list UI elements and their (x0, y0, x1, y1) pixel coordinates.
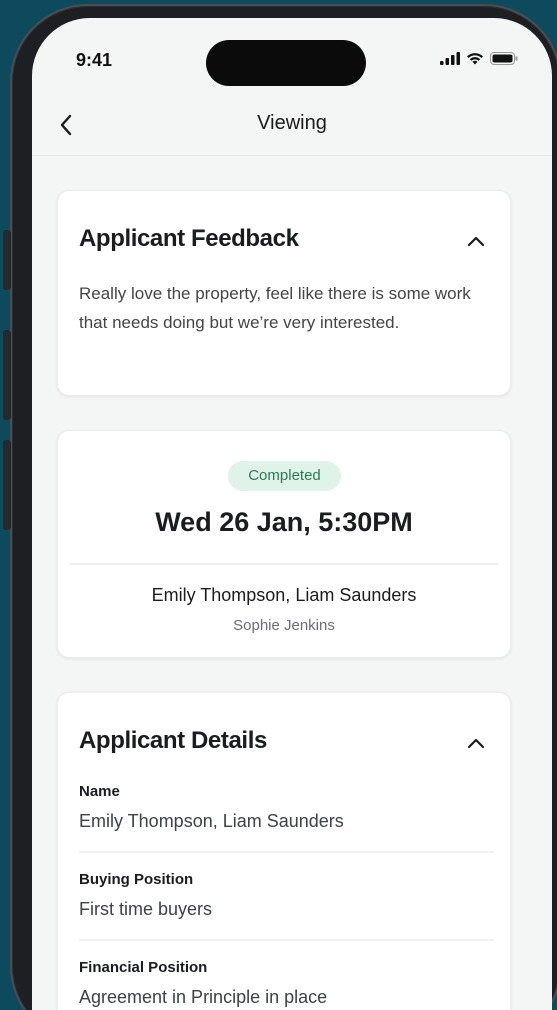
phone-side-button (3, 440, 11, 530)
dynamic-island (206, 40, 366, 86)
viewing-datetime: Wed 26 Jan, 5:30PM (155, 507, 413, 537)
status-badge: Completed (228, 461, 341, 491)
status-icons (440, 52, 518, 65)
wifi-icon (467, 53, 483, 65)
chevron-up-icon[interactable] (464, 230, 488, 254)
viewing-applicants: Emily Thompson, Liam Saunders (151, 585, 417, 605)
divider (79, 939, 494, 941)
phone-side-button (3, 230, 11, 290)
field-value-name: Emily Thompson, Liam Saunders (79, 811, 344, 831)
field-value-buying-position: First time buyers (79, 899, 213, 919)
applicant-feedback-text: Really love the property, feel like ther… (79, 284, 471, 332)
viewing-agent: Sophie Jenkins (233, 617, 335, 634)
field-value-financial-position: Agreement in Principle in place (79, 987, 328, 1007)
field-label-financial-position: Financial Position (79, 959, 208, 976)
app-screen: 9:41 Viewing Applicant Feedback Really l… (32, 18, 552, 1010)
chevron-up-icon[interactable] (464, 732, 488, 756)
field-label-name: Name (79, 783, 120, 800)
viewing-summary-card: Completed Wed 26 Jan, 5:30PM Emily Thomp… (57, 430, 511, 658)
applicant-details-title: Applicant Details (79, 727, 267, 754)
applicant-details-card: Applicant Details Name Emily Thompson, L… (57, 692, 511, 1010)
status-bar: 9:41 (32, 18, 552, 104)
applicant-feedback-title: Applicant Feedback (79, 225, 299, 252)
battery-icon (490, 52, 518, 65)
signal-icon (440, 52, 460, 65)
field-label-buying-position: Buying Position (79, 871, 194, 888)
nav-header: Viewing (32, 104, 552, 156)
applicant-feedback-card: Applicant Feedback Really love the prope… (57, 190, 511, 396)
divider (70, 563, 498, 565)
status-time: 9:41 (76, 50, 113, 70)
divider (79, 851, 494, 853)
page-title: Viewing (257, 112, 327, 134)
phone-side-button (3, 330, 11, 420)
